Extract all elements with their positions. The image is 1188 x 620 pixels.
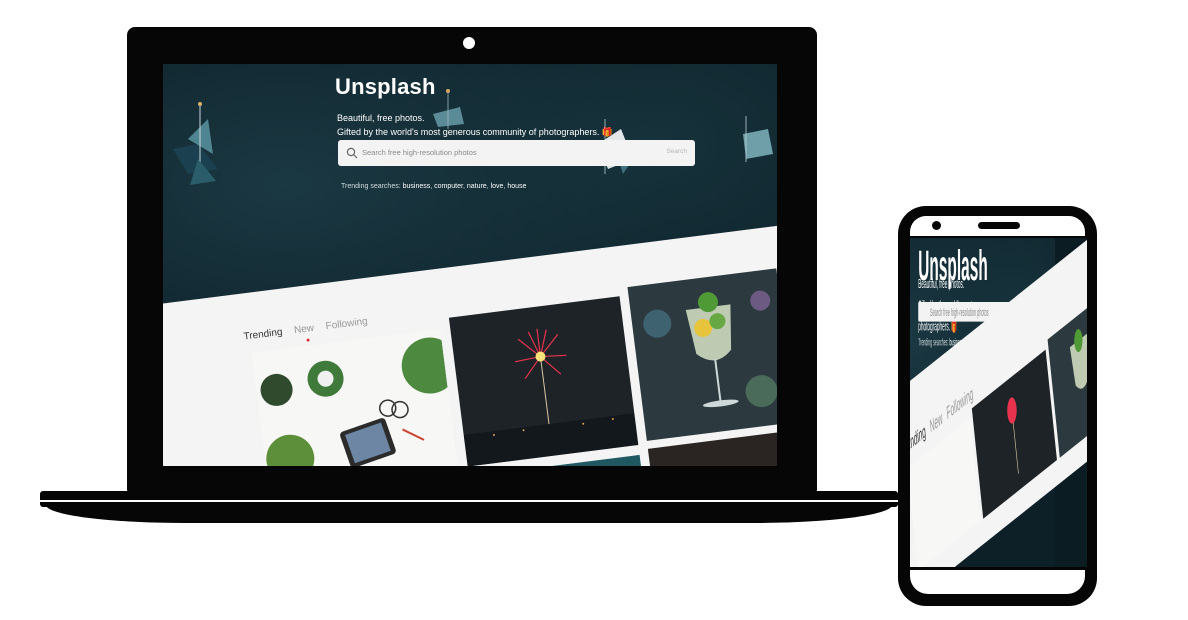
paper-boat-image [743, 116, 773, 162]
photo-cocktail[interactable] [627, 268, 777, 441]
phone-speaker [978, 222, 1020, 229]
laptop-screen: Unsplash Beautiful, free photos. Gifted … [163, 64, 777, 466]
search-placeholder: Search free high-resolution photos [930, 306, 989, 319]
hero-tagline: Beautiful, free photos. Gifted by the wo… [337, 111, 613, 139]
brand-logo[interactable]: Unsplash [335, 74, 436, 100]
tagline-line1: Beautiful, free photos. [337, 113, 425, 123]
photo-fireworks[interactable] [448, 296, 639, 466]
laptop-camera [463, 37, 475, 49]
tab-new[interactable]: New [293, 323, 314, 336]
search-button[interactable]: Search [666, 148, 687, 155]
tab-following[interactable]: Following [325, 316, 368, 332]
unsplash-page: Unsplash Beautiful, free photos. Gifted … [163, 64, 777, 466]
flatlay-image [260, 337, 458, 466]
trending-term-computer[interactable]: computer [434, 183, 463, 190]
search-icon [346, 147, 358, 159]
trending-label: Trending searches: [341, 183, 401, 190]
tab-new[interactable]: New [929, 407, 944, 437]
tagline-line2: Gifted by the world's most generous comm… [337, 127, 614, 137]
fireworks-image [463, 328, 639, 466]
phone-screen: Unsplash Beautiful, free photos. Gifted … [910, 238, 1087, 567]
phone-bottom-bar [910, 570, 1085, 594]
unsplash-page-mobile: Unsplash Beautiful, free photos. Gifted … [910, 238, 1087, 567]
trending-term-business[interactable]: business [403, 183, 431, 190]
paper-boat-image [173, 102, 218, 185]
photo-flatlay[interactable] [251, 328, 460, 466]
search-input[interactable]: Search free high-resolution photos Searc… [338, 140, 695, 166]
fireworks-image [1007, 397, 1019, 474]
trending-searches: Trending searches: business, computer, n… [341, 183, 527, 190]
trending-term-nature[interactable]: nature [467, 183, 487, 190]
cocktail-image [643, 290, 777, 408]
trending-label: Trending searches: [918, 336, 949, 348]
search-placeholder: Search free high-resolution photos [362, 148, 477, 157]
tab-trending[interactable]: Trending [243, 327, 283, 343]
laptop-base-highlight [40, 500, 898, 502]
photo-fireworks[interactable] [971, 349, 1057, 519]
trending-term-love[interactable]: love [491, 183, 504, 190]
phone-camera [932, 221, 941, 230]
tab-indicator [306, 338, 310, 342]
trending-term-house[interactable]: house [507, 183, 526, 190]
laptop-bottom [46, 503, 892, 523]
